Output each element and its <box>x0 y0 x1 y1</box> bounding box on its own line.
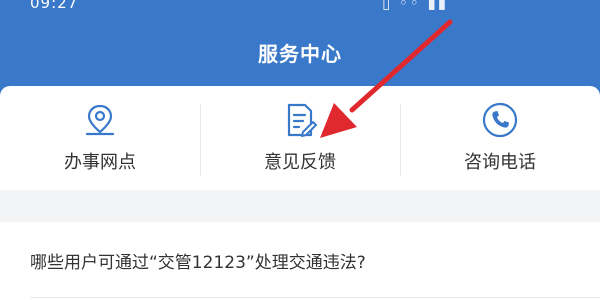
status-icons: ▯ ◦◦ ▮▮ <box>382 0 448 12</box>
header-bar: 09:27 ▯ ◦◦ ▮▮ 服务中心 <box>0 0 600 100</box>
divider <box>30 297 600 298</box>
service-label-outlets: 办事网点 <box>64 152 136 173</box>
service-card: 办事网点 意见反馈 咨询电话 <box>0 86 600 190</box>
service-item-hotline[interactable]: 咨询电话 <box>400 86 600 190</box>
status-time: 09:27 <box>30 0 79 12</box>
page-title: 服务中心 <box>258 42 342 66</box>
feedback-edit-icon <box>287 103 317 137</box>
status-bar: 09:27 ▯ ◦◦ ▮▮ <box>0 0 600 18</box>
service-item-outlets[interactable]: 办事网点 <box>0 86 200 190</box>
service-label-hotline: 咨询电话 <box>464 152 536 173</box>
service-item-feedback[interactable]: 意见反馈 <box>200 86 400 190</box>
location-pin-icon <box>85 104 115 136</box>
service-label-feedback: 意见反馈 <box>264 152 336 173</box>
phone-icon <box>482 102 518 138</box>
faq-question[interactable]: 哪些用户可通过“交管12123”处理交通违法? <box>30 248 366 273</box>
faq-panel: 哪些用户可通过“交管12123”处理交通违法? <box>0 222 600 300</box>
